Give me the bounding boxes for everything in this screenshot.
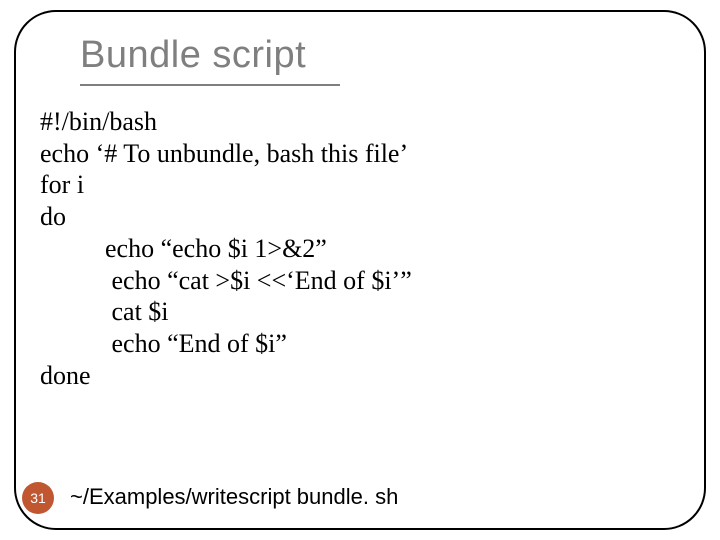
slide-title: Bundle script — [80, 34, 306, 77]
slide-number-badge: 31 — [22, 482, 54, 514]
footer-path: ~/Examples/writescript bundle. sh — [70, 484, 398, 510]
code-block: #!/bin/bash echo ‘# To unbundle, bash th… — [40, 106, 412, 391]
slide-number: 31 — [30, 490, 46, 506]
title-underline — [80, 84, 340, 86]
